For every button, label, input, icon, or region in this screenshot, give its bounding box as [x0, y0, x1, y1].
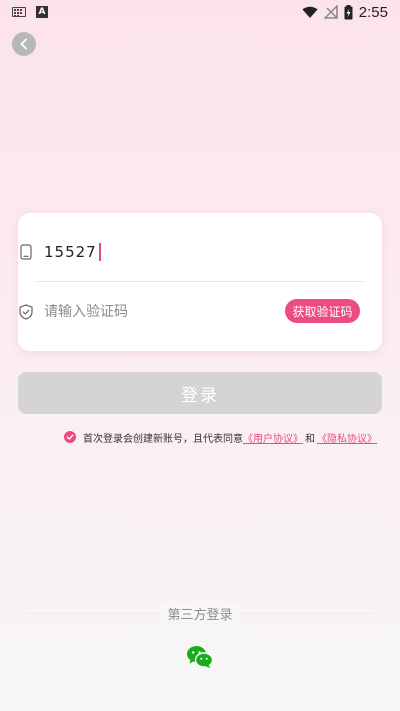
agreement-checkbox[interactable]: [64, 431, 76, 443]
agreement-conjunction: 和: [305, 433, 315, 445]
status-bar: A 2:55: [0, 0, 400, 24]
agreement-text: 首次登录会创建新账号，且代表同意: [83, 433, 243, 445]
third-party-title: 第三方登录: [160, 604, 240, 623]
battery-charging-icon: [344, 4, 353, 19]
get-code-button[interactable]: 获取验证码: [285, 299, 360, 323]
wechat-icon: [187, 646, 214, 668]
phone-input[interactable]: 15527: [44, 243, 101, 261]
phone-input-value: 15527: [44, 243, 97, 261]
shield-icon: [18, 304, 34, 320]
clock: 2:55: [358, 3, 388, 21]
back-button[interactable]: [12, 32, 36, 56]
privacy-policy-link[interactable]: 《隐私协议》: [317, 430, 377, 445]
no-signal-icon: [323, 5, 338, 19]
agreement-row: 首次登录会创建新账号，且代表同意 《用户协议》 和 《隐私协议》: [64, 429, 377, 445]
phone-icon: [18, 244, 34, 260]
phone-row[interactable]: 15527: [18, 232, 382, 272]
login-button[interactable]: 登录: [18, 372, 382, 414]
chevron-left-icon: [20, 38, 27, 50]
verification-code-input[interactable]: [44, 304, 244, 320]
field-divider: [36, 281, 364, 282]
keyboard-icon: [12, 7, 26, 17]
wechat-login-button[interactable]: [186, 645, 214, 669]
app-notification-icon: A: [36, 6, 48, 18]
text-caret: [98, 243, 101, 261]
user-agreement-link[interactable]: 《用户协议》: [243, 430, 303, 445]
checkmark-icon: [66, 434, 74, 440]
wifi-icon: [302, 6, 318, 18]
